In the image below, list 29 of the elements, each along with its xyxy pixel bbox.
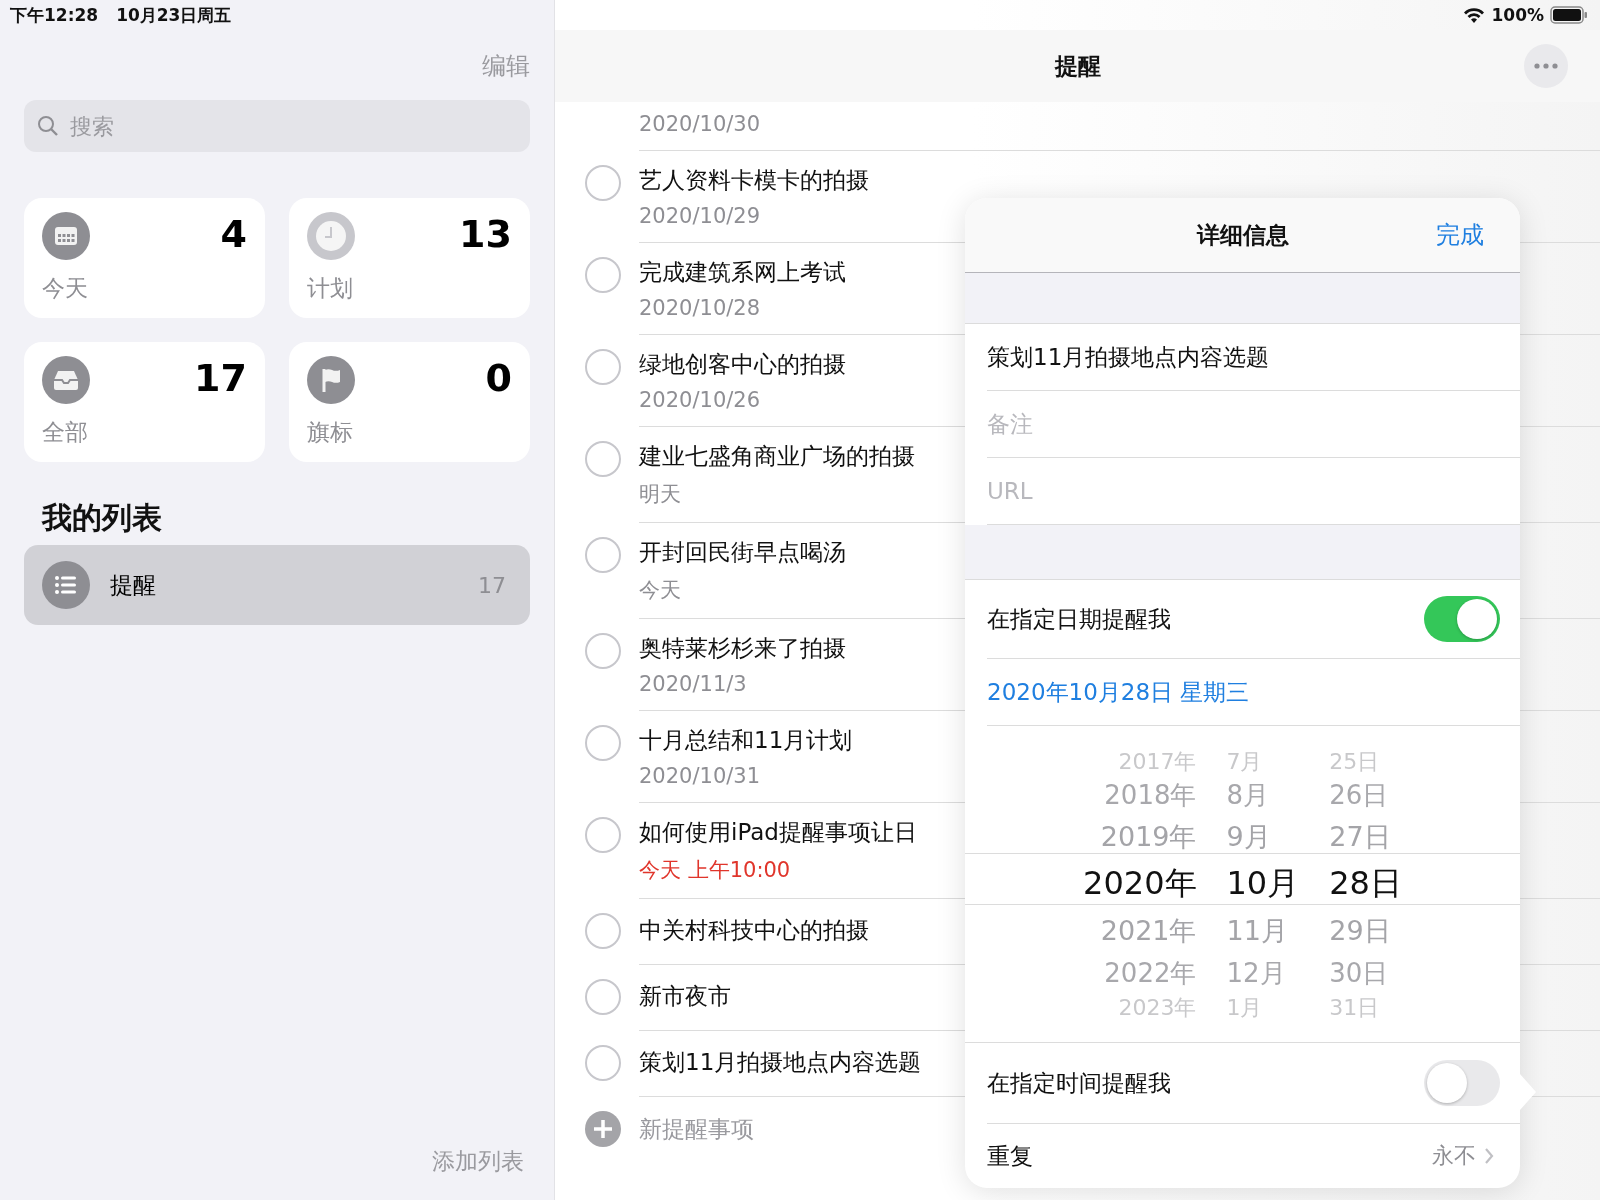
reminder-title: 建业七盛角商业广场的拍摄 — [639, 442, 915, 471]
reminder-title: 中关村科技中心的拍摄 — [639, 916, 869, 945]
list-title: 提醒 — [1054, 51, 1101, 81]
status-time: 下午12:28 — [10, 3, 99, 27]
setting-label: 重复 — [987, 1141, 1033, 1171]
section-title: 我的列表 — [42, 499, 163, 537]
setting-label: 在指定时间提醒我 — [987, 1068, 1171, 1098]
status-date: 10月23日周五 — [116, 3, 232, 27]
reminder-date: 2020/10/31 — [639, 764, 761, 788]
reminder-title: 如何使用iPad提醒事项让日 — [639, 818, 917, 847]
reminder-date: 2020/11/3 — [639, 672, 747, 696]
reminder-date: 今天 上午10:00 — [639, 857, 791, 884]
reminder-date: 2020/10/26 — [639, 388, 761, 412]
reminder-title: 艺人资料卡模卡的拍摄 — [639, 166, 869, 195]
reminder-title: 绿地创客中心的拍摄 — [639, 350, 846, 379]
popover-title: 详细信息 — [1196, 220, 1289, 250]
reminder-title: 奥特莱杉杉来了拍摄 — [639, 634, 846, 663]
reminder-date: 明天 — [639, 481, 681, 508]
reminder-title: 新市夜市 — [639, 982, 731, 1011]
reminder-date: 今天 — [639, 577, 681, 604]
reminder-date: 2020/10/28 — [639, 296, 761, 320]
reminder-title: 策划11月拍摄地点内容选题 — [639, 1048, 922, 1077]
setting-label: 在指定日期提醒我 — [987, 604, 1171, 634]
reminder-title: 开封回民街早点喝汤 — [639, 538, 846, 567]
reminder-title: 完成建筑系网上考试 — [639, 258, 846, 287]
reminder-date: 2020/10/30 — [639, 112, 761, 136]
reminder-title: 十月总结和11月计划 — [639, 726, 853, 755]
reminder-date: 2020/10/29 — [639, 204, 761, 228]
battery-percent: 100% — [1491, 5, 1544, 25]
